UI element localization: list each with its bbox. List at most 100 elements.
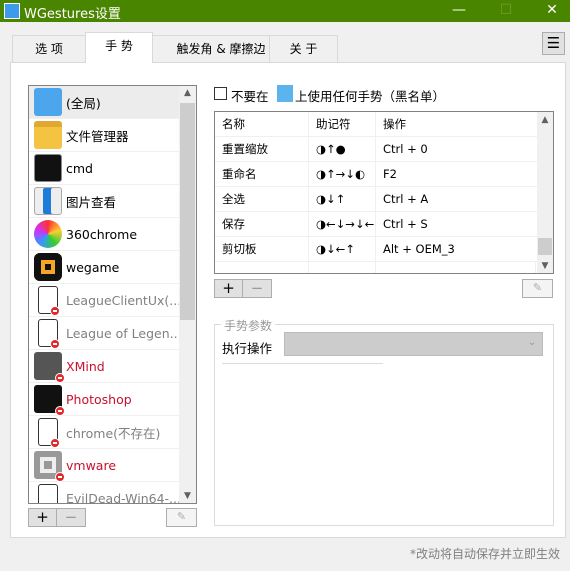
list-item[interactable]: EvilDead-Win64-... (29, 482, 179, 504)
gesture-name: 剪切板 (215, 237, 309, 262)
app-label: 文件管理器 (66, 128, 129, 144)
scroll-down-icon[interactable]: ▼ (179, 491, 196, 501)
app-label: cmd (66, 160, 93, 176)
action-combobox[interactable]: ⌄ (284, 332, 543, 356)
app-label: (全局) (66, 95, 101, 111)
scroll-thumb[interactable] (180, 103, 195, 320)
cursor-icon (277, 85, 293, 102)
360chrome-icon (34, 220, 62, 248)
scroll-up-icon[interactable]: ▲ (179, 88, 196, 98)
chevron-down-icon: ⌄ (527, 337, 536, 348)
gesture-action: Alt + OEM_3 (383, 242, 455, 256)
blacklist-suffix: 上使用任何手势（黑名单） (295, 89, 446, 104)
gesture-mnemonic: ◑↑→↓◐ (309, 162, 376, 187)
list-item[interactable]: cmd (29, 152, 179, 185)
window-title: WGestures设置 (24, 7, 121, 22)
gesture-action: Ctrl + A (383, 192, 429, 206)
list-item[interactable]: 360chrome (29, 218, 179, 251)
xmind-icon (34, 352, 65, 383)
blocked-icon (50, 438, 60, 448)
table-row[interactable]: 剪切板 ◑↓←↑ Alt + OEM_3 (215, 237, 537, 262)
blocked-icon (55, 406, 65, 416)
app-label: chrome(不存在) (66, 425, 161, 441)
minimize-button[interactable]: — (437, 0, 481, 22)
app-list: (全局) 文件管理器 cmd 图片查看 360chrome wegame LeagueCli… (28, 85, 197, 504)
divider (222, 363, 383, 364)
app-label: wegame (66, 259, 120, 275)
table-header: 名称 助记符 操作 (215, 112, 537, 137)
tab-about[interactable]: 关 于 (269, 35, 338, 63)
list-item[interactable]: Photoshop (29, 383, 179, 416)
maximize-button[interactable]: ☐ (484, 0, 528, 22)
gesture-name: 全选 (215, 187, 309, 212)
blocked-icon (55, 373, 65, 383)
scroll-up-icon[interactable]: ▲ (537, 115, 553, 125)
app-label: Photoshop (66, 391, 132, 407)
column-header-name[interactable]: 名称 (215, 112, 309, 137)
remove-gesture-button[interactable]: − (242, 279, 272, 298)
blocked-icon (50, 306, 60, 316)
autosave-note: *改动将自动保存并立即生效 (409, 547, 560, 561)
list-item[interactable]: (全局) (29, 86, 179, 119)
action-label: 执行操作 (222, 341, 273, 356)
unknown-file-icon (38, 418, 60, 448)
image-viewer-icon (34, 187, 62, 215)
table-row[interactable]: 保存 ◑←↓→↓← Ctrl + S (215, 212, 537, 237)
app-label: 360chrome (66, 226, 138, 242)
unknown-file-icon (38, 484, 58, 503)
scroll-thumb[interactable] (538, 238, 552, 255)
gesture-name: 保存 (215, 212, 309, 237)
app-label: EvilDead-Win64-... (66, 490, 179, 504)
gesture-table: 名称 助记符 操作 重置缩放 ◑↑● Ctrl + 0 重命名 ◑↑→↓◐ F2 全选 ◑↓↑… (214, 111, 554, 274)
gesture-mnemonic: ◑↓←↑ (309, 237, 376, 262)
vmware-icon (34, 451, 65, 482)
edit-app-button[interactable]: ✎ (166, 508, 197, 527)
list-item[interactable]: wegame (29, 251, 179, 284)
gesture-params-title: 手势参数 (221, 317, 276, 334)
gesture-mnemonic: ◑↑● (309, 137, 376, 162)
menu-button[interactable]: ☰ (542, 32, 565, 55)
gesture-name: 重命名 (215, 162, 309, 187)
list-item[interactable]: XMind (29, 350, 179, 383)
list-item[interactable]: chrome(不存在) (29, 416, 179, 449)
list-item[interactable]: LeagueClientUx(... (29, 284, 179, 317)
app-label: League of Legen... (66, 325, 179, 341)
table-row[interactable]: 重置缩放 ◑↑● Ctrl + 0 (215, 137, 537, 162)
tab-hot-corners[interactable]: 触发角 & 摩擦边 (152, 35, 270, 63)
app-icon (4, 3, 20, 19)
gesture-table-scrollbar[interactable]: ▲ ▼ (537, 112, 553, 273)
column-header-action[interactable]: 操作 (376, 112, 536, 137)
tab-gestures[interactable]: 手 势 (85, 32, 153, 63)
blacklist-checkbox[interactable] (214, 87, 227, 100)
list-item[interactable]: 图片查看 (29, 185, 179, 218)
app-label: LeagueClientUx(... (66, 292, 179, 308)
table-row[interactable]: 全选 ◑↓↑ Ctrl + A (215, 187, 537, 212)
cursor-icon (34, 88, 62, 116)
blocked-icon (55, 472, 65, 482)
empty-cell (309, 262, 376, 273)
list-item[interactable]: League of Legen... (29, 317, 179, 350)
photoshop-icon (34, 385, 65, 416)
add-app-button[interactable]: + (28, 508, 57, 527)
app-list-scrollbar[interactable]: ▲ ▼ (179, 86, 196, 503)
close-button[interactable]: ✕ (530, 0, 570, 22)
empty-cell (215, 262, 309, 273)
folder-icon (34, 121, 62, 149)
scroll-down-icon[interactable]: ▼ (537, 261, 553, 271)
list-item[interactable]: 文件管理器 (29, 119, 179, 152)
terminal-icon (34, 154, 62, 182)
remove-app-button[interactable]: − (56, 508, 86, 527)
add-gesture-button[interactable]: + (214, 279, 243, 298)
app-label: XMind (66, 358, 105, 374)
edit-gesture-button[interactable]: ✎ (522, 279, 553, 298)
app-label: vmware (66, 457, 117, 473)
tab-options[interactable]: 选 项 (12, 35, 86, 63)
column-header-mnemonic[interactable]: 助记符 (309, 112, 376, 137)
table-row[interactable]: 重命名 ◑↑→↓◐ F2 (215, 162, 537, 187)
wegame-icon (34, 253, 62, 281)
app-label: 图片查看 (66, 194, 117, 210)
unknown-file-icon (38, 286, 60, 316)
blacklist-prefix: 不要在 (231, 89, 269, 104)
list-item[interactable]: vmware (29, 449, 179, 482)
gesture-action: Ctrl + S (383, 217, 428, 231)
